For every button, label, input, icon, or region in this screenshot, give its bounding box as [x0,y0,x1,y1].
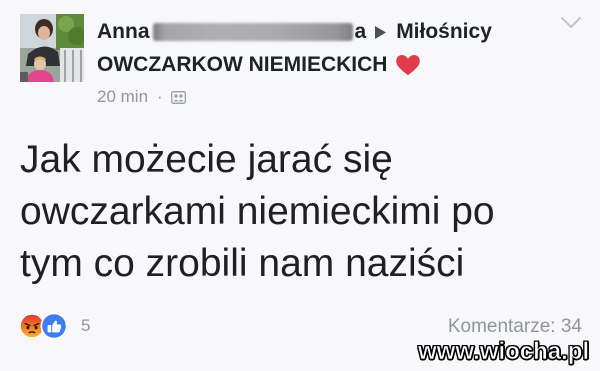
meta-separator: · [157,87,163,106]
group-name-link-line-2[interactable]: OWCZARKOW NIEMIECKICH [97,52,387,78]
avatar[interactable] [20,14,84,82]
post-body-line: owczarkami niemieckimi po [20,190,495,233]
reactions-count[interactable]: 5 [81,316,90,336]
like-reaction-icon[interactable] [40,312,68,340]
comments-count-link[interactable]: Komentarze: 34 [448,316,582,338]
group-icon [170,90,186,104]
author-name-link[interactable]: Anna a [97,19,366,45]
post-body-line: tym co zrobili nam naziści [20,242,465,285]
group-name-row: OWCZARKOW NIEMIECKICH [97,52,421,78]
reactions-summary[interactable]: 5 [19,312,90,340]
chevron-down-icon[interactable] [560,16,582,30]
group-name-link-line-1[interactable]: Miłośnicy [396,19,492,45]
post-body-line: Jak możecie jarać się [20,138,393,181]
site-watermark: www.wiocha.pl [418,338,590,366]
caret-right-icon [375,25,387,39]
redacted-name-bar [152,23,353,41]
post-card: Anna a Miłośnicy OWCZARKOW NIEMIECKICH 2… [0,0,600,371]
author-name-tail[interactable]: a [355,19,367,45]
heart-icon [395,54,421,76]
post-timestamp-link[interactable]: 20 min [97,87,148,107]
post-meta-row: 20 min · [97,87,186,107]
author-first-name[interactable]: Anna [97,19,150,45]
post-body: Jak możecie jarać się owczarkami niemiec… [20,134,495,290]
post-header-title-row: Anna a Miłośnicy [97,19,492,45]
